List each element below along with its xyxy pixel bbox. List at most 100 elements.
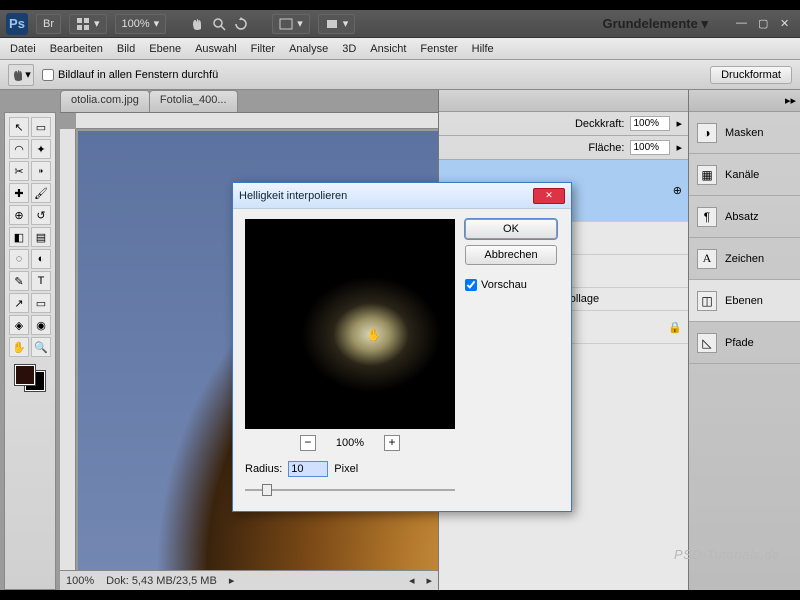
- dialog-titlebar[interactable]: Helligkeit interpolieren ✕: [233, 183, 571, 209]
- current-tool-icon[interactable]: ▾: [8, 64, 34, 86]
- crop-tool[interactable]: ✂: [9, 161, 29, 181]
- workspace-dropdown[interactable]: Grundelemente ▾: [603, 16, 709, 32]
- pen-tool[interactable]: ✎: [9, 271, 29, 291]
- radius-unit: Pixel: [334, 463, 358, 475]
- rotate-icon[interactable]: [234, 17, 248, 31]
- screen-mode-dropdown[interactable]: ▾: [318, 14, 356, 34]
- close-icon[interactable]: ✕: [780, 17, 794, 31]
- doc-tabs: otolia.com.jpg Fotolia_400...: [60, 90, 438, 112]
- minimize-icon[interactable]: —: [736, 17, 750, 31]
- panel-tab-ebenen[interactable]: ◫Ebenen: [689, 280, 800, 322]
- radius-label: Radius:: [245, 463, 282, 475]
- scroll-all-label: Bildlauf in allen Fenstern durchfü: [58, 69, 218, 81]
- tool-palette: ↖▭ ◠✦ ✂⁍ ✚🖌 ⊕↺ ◧▤ ◌◐ ✎T ↗▭ ◈◉ ✋🔍: [4, 112, 56, 590]
- panel-tab-absatz[interactable]: ¶Absatz: [689, 196, 800, 238]
- layers-icon: ◫: [697, 291, 717, 311]
- dialog-close-button[interactable]: ✕: [533, 188, 565, 204]
- dodge-tool[interactable]: ◐: [31, 249, 51, 269]
- panel-tab-pfade[interactable]: ◺Pfade: [689, 322, 800, 364]
- hand-cursor-icon: ✋: [367, 328, 382, 342]
- paths-icon: ◺: [697, 333, 717, 353]
- doc-tab[interactable]: Fotolia_400...: [149, 90, 238, 112]
- ok-button[interactable]: OK: [465, 219, 557, 239]
- menu-filter[interactable]: Filter: [251, 43, 275, 55]
- fill-input[interactable]: [630, 140, 670, 155]
- photoshop-window: Ps Br ▾ 100% ▾ ▾ ▾ Grundelemente ▾ — ▢ ✕…: [0, 10, 800, 590]
- color-swatch[interactable]: [15, 365, 45, 391]
- right-panel-dock: ▸▸ ◑Masken ▦Kanäle ¶Absatz AZeichen ◫Ebe…: [688, 90, 800, 590]
- status-zoom[interactable]: 100%: [66, 575, 94, 587]
- wand-tool[interactable]: ✦: [31, 139, 51, 159]
- shape-tool[interactable]: ▭: [31, 293, 51, 313]
- history-brush-tool[interactable]: ↺: [31, 205, 51, 225]
- app-header: Ps Br ▾ 100% ▾ ▾ ▾ Grundelemente ▾ — ▢ ✕: [0, 10, 800, 38]
- menu-bild[interactable]: Bild: [117, 43, 135, 55]
- preview-zoom: 100%: [336, 437, 364, 449]
- mask-icon: ◑: [697, 123, 717, 143]
- print-format-button[interactable]: Druckformat: [710, 66, 792, 84]
- panel-tab-masken[interactable]: ◑Masken: [689, 112, 800, 154]
- menu-ebene[interactable]: Ebene: [149, 43, 181, 55]
- lock-icon: 🔒: [668, 321, 682, 334]
- arrange-dropdown[interactable]: ▾: [272, 14, 310, 34]
- blur-tool[interactable]: ◌: [9, 249, 29, 269]
- zoom-level-dropdown[interactable]: 100% ▾: [115, 14, 167, 34]
- panel-tab-kanaele[interactable]: ▦Kanäle: [689, 154, 800, 196]
- stamp-tool[interactable]: ⊕: [9, 205, 29, 225]
- window-icon: [279, 17, 293, 31]
- eraser-tool[interactable]: ◧: [9, 227, 29, 247]
- zoom-tool[interactable]: 🔍: [31, 337, 51, 357]
- scroll-all-checkbox[interactable]: Bildlauf in allen Fenstern durchfü: [42, 69, 218, 81]
- 3d-tool[interactable]: ◈: [9, 315, 29, 335]
- hand-icon[interactable]: [190, 17, 204, 31]
- app-body: ↖▭ ◠✦ ✂⁍ ✚🖌 ⊕↺ ◧▤ ◌◐ ✎T ↗▭ ◈◉ ✋🔍 otolia.…: [0, 90, 800, 590]
- zoom-in-button[interactable]: +: [384, 435, 400, 451]
- grid-icon: [76, 17, 90, 31]
- menu-fenster[interactable]: Fenster: [420, 43, 457, 55]
- menu-bearbeiten[interactable]: Bearbeiten: [50, 43, 103, 55]
- type-tool[interactable]: T: [31, 271, 51, 291]
- screen-icon: [325, 17, 339, 31]
- radius-input[interactable]: [288, 461, 328, 477]
- tool-options-bar: ▾ Bildlauf in allen Fenstern durchfü Dru…: [0, 60, 800, 90]
- preview-label: Vorschau: [481, 279, 527, 291]
- menu-hilfe[interactable]: Hilfe: [472, 43, 494, 55]
- marquee-tool[interactable]: ▭: [31, 117, 51, 137]
- radius-slider[interactable]: [245, 483, 455, 497]
- dock-collapse[interactable]: ▸▸: [689, 90, 800, 112]
- preview-checkbox[interactable]: Vorschau: [465, 279, 557, 291]
- menu-3d[interactable]: 3D: [342, 43, 356, 55]
- eyedropper-tool[interactable]: ⁍: [31, 161, 51, 181]
- ruler-vertical[interactable]: [60, 129, 76, 590]
- zoom-icon[interactable]: [212, 17, 226, 31]
- cancel-button[interactable]: Abbrechen: [465, 245, 557, 265]
- path-select-tool[interactable]: ↗: [9, 293, 29, 313]
- opacity-label: Deckkraft:: [575, 118, 625, 130]
- heal-tool[interactable]: ✚: [9, 183, 29, 203]
- zoom-out-button[interactable]: −: [300, 435, 316, 451]
- hand-tool-icon: [11, 68, 25, 82]
- hand-tool[interactable]: ✋: [9, 337, 29, 357]
- bridge-button[interactable]: Br: [36, 14, 61, 34]
- menu-analyse[interactable]: Analyse: [289, 43, 328, 55]
- foreground-color[interactable]: [15, 365, 35, 385]
- menu-auswahl[interactable]: Auswahl: [195, 43, 237, 55]
- doc-tab[interactable]: otolia.com.jpg: [60, 90, 150, 112]
- main-menu: Datei Bearbeiten Bild Ebene Auswahl Filt…: [0, 38, 800, 60]
- fill-label: Fläche:: [588, 142, 624, 154]
- brush-tool[interactable]: 🖌: [31, 183, 51, 203]
- panel-header[interactable]: [439, 90, 688, 112]
- panel-tab-zeichen[interactable]: AZeichen: [689, 238, 800, 280]
- view-layout-dropdown[interactable]: ▾: [69, 14, 107, 34]
- preview-area[interactable]: ✋: [245, 219, 455, 429]
- lasso-tool[interactable]: ◠: [9, 139, 29, 159]
- opacity-input[interactable]: [630, 116, 670, 131]
- gradient-tool[interactable]: ▤: [31, 227, 51, 247]
- camera-tool[interactable]: ◉: [31, 315, 51, 335]
- status-doc-size[interactable]: Dok: 5,43 MB/23,5 MB: [106, 575, 217, 587]
- menu-datei[interactable]: Datei: [10, 43, 36, 55]
- ruler-horizontal[interactable]: [76, 113, 438, 129]
- maximize-icon[interactable]: ▢: [758, 17, 772, 31]
- menu-ansicht[interactable]: Ansicht: [370, 43, 406, 55]
- move-tool[interactable]: ↖: [9, 117, 29, 137]
